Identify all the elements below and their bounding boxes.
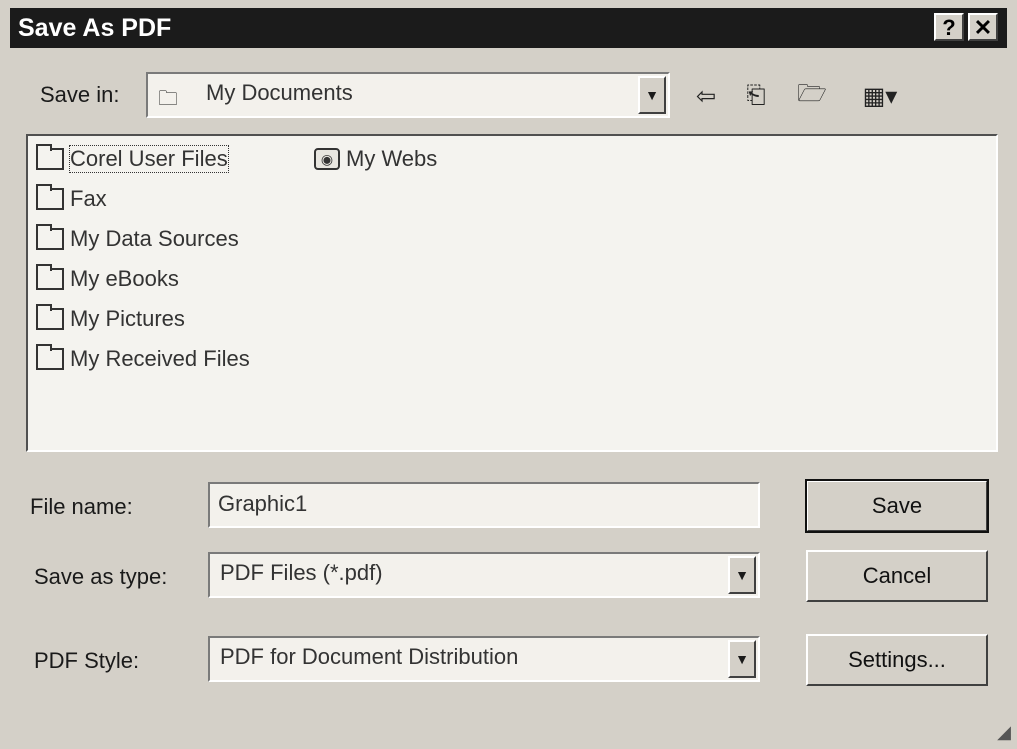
resize-grip-icon[interactable]: ◢ xyxy=(997,722,1011,743)
folder-icon xyxy=(36,264,64,290)
list-item[interactable]: My Pictures xyxy=(36,304,185,332)
cancel-button[interactable]: Cancel xyxy=(806,550,988,602)
list-item[interactable]: My eBooks xyxy=(36,264,179,292)
list-item[interactable]: My Received Files xyxy=(36,344,250,372)
save-as-type-dropdown[interactable]: PDF Files (*.pdf) ▼ xyxy=(208,552,760,598)
pdf-style-value: PDF for Document Distribution xyxy=(220,644,519,669)
folder-icon xyxy=(36,344,64,370)
list-item[interactable]: Fax xyxy=(36,184,107,212)
pdf-style-label: PDF Style: xyxy=(34,648,140,673)
folder-icon xyxy=(36,144,64,170)
save-in-dropdown[interactable]: 🗀 My Documents ▼ xyxy=(146,72,670,118)
file-name-label: File name: xyxy=(30,494,133,519)
window-title: Save As PDF xyxy=(18,14,172,42)
file-name: My eBooks xyxy=(70,266,179,291)
folder-icon xyxy=(36,224,64,250)
view-menu-icon[interactable]: ▦▾ xyxy=(850,78,910,114)
chevron-down-icon[interactable]: ▼ xyxy=(728,640,756,678)
list-item[interactable]: ◉ My Webs xyxy=(314,146,437,172)
up-folder-icon[interactable]: ⎗ xyxy=(738,78,774,114)
globe-folder-icon: ◉ xyxy=(314,148,340,170)
save-in-label: Save in: xyxy=(40,82,120,107)
folder-icon xyxy=(36,184,64,210)
pdf-style-dropdown[interactable]: PDF for Document Distribution ▼ xyxy=(208,636,760,682)
folder-icon xyxy=(36,304,64,330)
file-list[interactable]: Corel User Files Fax My Data Sources My … xyxy=(26,134,998,452)
file-name: Corel User Files xyxy=(69,145,229,173)
close-button[interactable]: ✕ xyxy=(968,13,998,41)
file-name: My Pictures xyxy=(70,306,185,331)
chevron-down-icon[interactable]: ▼ xyxy=(638,76,666,114)
save-button[interactable]: Save xyxy=(805,479,989,533)
help-button[interactable]: ? xyxy=(934,13,964,41)
back-arrow-icon[interactable]: ⇦ xyxy=(688,78,724,114)
save-as-type-label: Save as type: xyxy=(34,564,168,589)
file-name: My Webs xyxy=(346,146,438,171)
file-name: My Received Files xyxy=(70,346,250,371)
save-as-type-value: PDF Files (*.pdf) xyxy=(220,560,383,585)
file-name: Fax xyxy=(70,186,107,211)
chevron-down-icon[interactable]: ▼ xyxy=(728,556,756,594)
list-item[interactable]: Corel User Files xyxy=(36,144,229,173)
folder-icon: 🗀 xyxy=(158,88,178,110)
settings-button[interactable]: Settings... xyxy=(806,634,988,686)
file-name-value: Graphic1 xyxy=(218,491,308,516)
title-bar: Save As PDF ? ✕ xyxy=(10,8,1007,48)
file-name-field[interactable]: Graphic1 xyxy=(208,482,760,528)
new-folder-icon[interactable]: 🗁 xyxy=(794,78,830,114)
file-name: My Data Sources xyxy=(70,226,239,251)
list-item[interactable]: My Data Sources xyxy=(36,224,239,252)
save-in-value: My Documents xyxy=(206,80,353,105)
